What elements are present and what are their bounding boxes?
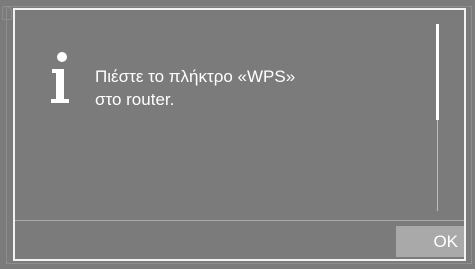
divider — [15, 220, 464, 221]
ok-button[interactable]: OK — [396, 226, 464, 257]
scrollbar-thumb[interactable] — [436, 24, 439, 120]
background-tab-icon — [2, 6, 12, 20]
dialog-message: Πιέστε το πλήκτρο «WPS» στο router. — [95, 65, 395, 111]
message-line-2: στο router. — [95, 90, 175, 109]
message-line-1: Πιέστε το πλήκτρο «WPS» — [95, 67, 296, 86]
info-dialog: Πιέστε το πλήκτρο «WPS» στο router. OK — [13, 8, 466, 261]
info-icon — [50, 52, 70, 106]
appliance-display: Πιέστε το πλήκτρο «WPS» στο router. OK — [0, 0, 475, 269]
